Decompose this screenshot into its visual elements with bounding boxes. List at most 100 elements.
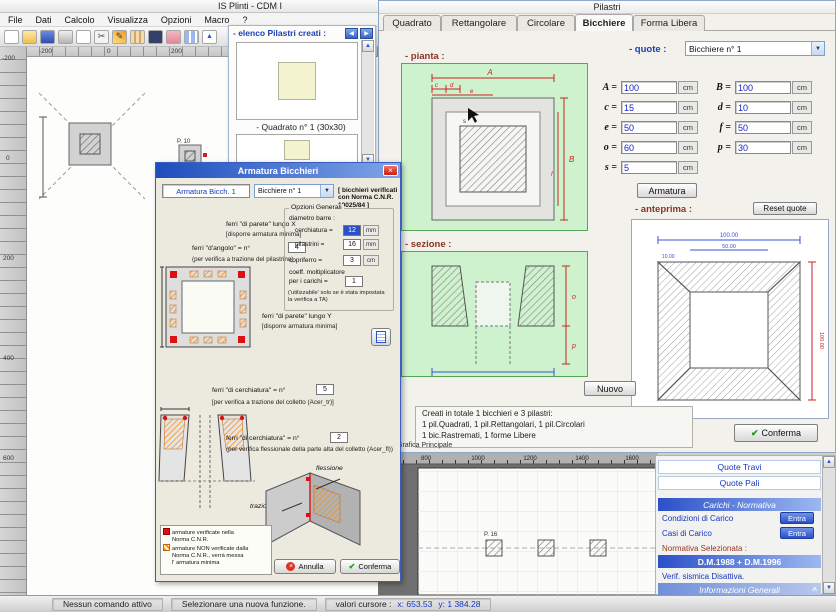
cerchiatura2-input[interactable]	[330, 432, 348, 443]
reset-quote-button[interactable]: Reset quote	[753, 202, 817, 215]
eraser-icon[interactable]	[166, 30, 181, 44]
field-input-A[interactable]	[621, 81, 677, 94]
grafica-principale-tab[interactable]: Grafica Principale	[397, 442, 452, 449]
save-icon[interactable]	[40, 30, 55, 44]
bicchiere-select[interactable]: Bicchiere n° 1 ▼	[254, 184, 334, 198]
pilastro-card[interactable]	[236, 42, 358, 120]
field-label-e: e =	[591, 122, 617, 133]
pianta-dim-e: e	[470, 89, 474, 95]
scroll-down-icon[interactable]: ▼	[823, 582, 835, 594]
report-icon-button[interactable]	[371, 328, 391, 346]
sezione-dim-p: p	[571, 343, 576, 350]
monitor-icon[interactable]	[148, 30, 163, 44]
ruler-top-num: 200	[171, 48, 182, 55]
cerchiatura-diam-unit: mm	[363, 225, 379, 236]
armatura-titlebar: Armatura Bicchieri	[156, 163, 400, 178]
pencil-icon[interactable]: ✎	[112, 30, 127, 44]
field-label-c: c =	[591, 102, 617, 113]
quote-travi-button[interactable]: Quote Travi	[658, 460, 821, 474]
field-input-e[interactable]	[621, 121, 677, 134]
open-folder-icon[interactable]	[22, 30, 37, 44]
cerchiatura1-input[interactable]	[316, 384, 334, 395]
quote-pali-button[interactable]: Quote Pali	[658, 476, 821, 490]
right-panel-scrollbar[interactable]: ▲ ▼	[822, 456, 835, 594]
tab-quadrato[interactable]: Quadrato	[383, 15, 441, 31]
conferma-button[interactable]: ✔ Conferma	[734, 424, 818, 442]
chevron-down-icon[interactable]: ▼	[320, 185, 333, 197]
tab-rettangolare[interactable]: Rettangolare	[441, 15, 517, 31]
print-icon[interactable]	[58, 30, 73, 44]
quote-select-value: Bicchiere n° 1	[689, 44, 742, 54]
coeff-input[interactable]	[345, 276, 363, 287]
pianta-panel: A c d e B f s	[401, 63, 588, 231]
armatura-bicch-label: Armatura Bicch. 1	[162, 184, 250, 198]
verified-color-swatch	[163, 528, 170, 535]
anteprima-dim: 100.00	[818, 332, 824, 349]
scroll-up-icon[interactable]: ▲	[362, 40, 374, 52]
entra-casi-button[interactable]: Entra	[780, 527, 814, 539]
field-input-p[interactable]	[735, 141, 791, 154]
chevron-down-icon[interactable]: ▼	[811, 42, 824, 55]
anteprima-label: - anteprima :	[635, 204, 692, 215]
status-cursor: valori cursore : x: 653.53 y: 1 384.28	[325, 598, 492, 611]
menu-file[interactable]: File	[8, 15, 23, 25]
menu-calcolo[interactable]: Calcolo	[65, 15, 95, 25]
pilastro-swatch	[284, 140, 310, 160]
field-input-B[interactable]	[735, 81, 791, 94]
menu-opzioni[interactable]: Opzioni	[161, 15, 192, 25]
status-command: Nessun comando attivo	[52, 598, 163, 611]
casi-carico-link[interactable]: Casi di Carico	[662, 529, 712, 538]
print-preview-icon[interactable]	[76, 30, 91, 44]
ruler-top-num: 0	[107, 48, 111, 55]
menu-dati[interactable]: Dati	[36, 15, 52, 25]
cerchiatura-diam-input[interactable]	[343, 225, 361, 236]
field-input-c[interactable]	[621, 101, 677, 114]
pilastrini-diam-input[interactable]	[343, 239, 361, 250]
new-file-icon[interactable]	[4, 30, 19, 44]
field-input-d[interactable]	[735, 101, 791, 114]
plinth-label: P. 10	[177, 139, 191, 145]
nuovo-button[interactable]: Nuovo	[584, 381, 636, 396]
parete-y-label: ferri "di parete" lungo Y	[262, 313, 332, 320]
dialog-conferma-button[interactable]: ✔ Conferma	[340, 559, 400, 574]
menu-help[interactable]: ?	[242, 15, 247, 25]
cut-icon[interactable]: ✂	[94, 30, 109, 44]
cad-bottom-view[interactable]: 800 1000 1200 1400 1600 P. 16	[378, 452, 658, 595]
tab-circolare[interactable]: Circolare	[517, 15, 575, 31]
chevron-up-icon[interactable]: ^	[812, 585, 817, 595]
columns-icon[interactable]	[184, 30, 199, 44]
entra-condizioni-button[interactable]: Entra	[780, 512, 814, 524]
condizioni-carico-link[interactable]: Condizioni di Carico	[662, 514, 733, 523]
normativa-value[interactable]: D.M.1988 + D.M.1996	[658, 555, 821, 568]
informazioni-generali-label: Informazioni Generali	[699, 585, 780, 595]
tab-forma-libera[interactable]: Forma Libera	[633, 15, 705, 31]
scroll-up-icon[interactable]: ▲	[823, 456, 835, 468]
copriferro-input[interactable]	[343, 255, 361, 266]
pilastro-card[interactable]	[236, 134, 358, 165]
annulla-button[interactable]: × Annulla	[274, 559, 336, 574]
unverified-color-swatch	[163, 544, 170, 551]
pilastro-swatch	[278, 62, 316, 100]
quote-select[interactable]: Bicchiere n° 1 ▼	[685, 41, 825, 56]
menu-visualizza[interactable]: Visualizza	[108, 15, 148, 25]
summary-line-3: 1 bic.Rastremati, 1 forme Libere	[422, 431, 686, 442]
armatura-button[interactable]: Armatura	[637, 183, 697, 198]
elenco-scrollbar[interactable]: ▲ ▼	[361, 40, 374, 166]
prev-pilastro-button[interactable]: ◀	[345, 28, 358, 39]
menu-macro[interactable]: Macro	[204, 15, 229, 25]
ruler-vertical: -200 0 200 400 600	[0, 47, 27, 595]
next-pilastro-button[interactable]: ▶	[360, 28, 373, 39]
field-input-f[interactable]	[735, 121, 791, 134]
screen: IS Plinti - CDM I File Dati Calcolo Visu…	[0, 0, 836, 612]
close-icon[interactable]: ×	[383, 165, 398, 176]
arrow-up-icon[interactable]: ▲	[202, 30, 217, 44]
tab-bicchiere[interactable]: Bicchiere	[575, 14, 633, 31]
field-unit-B: cm	[792, 81, 812, 94]
report-icon	[376, 331, 386, 343]
field-input-o[interactable]	[621, 141, 677, 154]
bottom-ruler-num: 1600	[625, 456, 639, 462]
quote-label: - quote :	[629, 44, 666, 55]
ruler-icon[interactable]	[130, 30, 145, 44]
field-input-s[interactable]	[621, 161, 677, 174]
colletto-diagram	[158, 405, 260, 527]
